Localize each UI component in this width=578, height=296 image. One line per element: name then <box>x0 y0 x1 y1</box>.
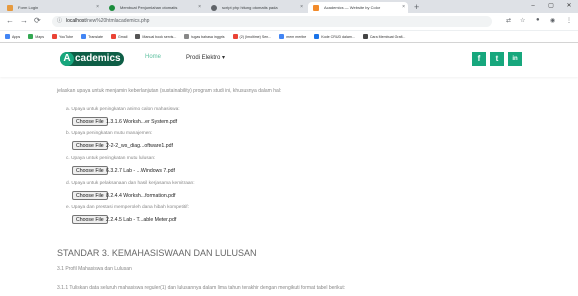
academics-logo[interactable]: Academics <box>60 52 124 66</box>
youtube-icon <box>232 34 238 39</box>
tab-favicon <box>211 5 217 11</box>
back-arrow-icon[interactable]: ← <box>6 16 14 25</box>
youtube-icon <box>52 34 57 39</box>
subsection-title: 3.1 Profil Mahasiswa dan Lulusan <box>57 266 132 272</box>
window-controls: – ▢ ✕ <box>524 0 578 12</box>
tab-academics[interactable]: Academics — Website by Color × <box>308 2 408 13</box>
tab-title: Membuat Penjumlahan otomatis <box>120 5 178 10</box>
file-name-a: 1.3.1.6 Worksh...er System.pdf <box>106 119 178 125</box>
page-icon <box>184 34 190 39</box>
bookmark-label: tugas bahasa inggris <box>191 34 225 39</box>
bookmark-tugas[interactable]: tugas bahasa inggris <box>184 34 225 39</box>
bookmark-manual-book[interactable]: Manual book servis... <box>135 34 176 39</box>
bookmark-label: (2) (Imoltime) Sen... <box>239 34 272 39</box>
item-label-e: e. Upaya dan prestasi memperoleh dana hi… <box>66 205 189 210</box>
page-icon <box>135 34 141 39</box>
nav-home-link[interactable]: Home <box>145 54 161 60</box>
bookmarks-bar: Apps Maps YouTube Translate Gmail Manual… <box>0 31 578 43</box>
close-tab-icon[interactable]: × <box>402 2 405 13</box>
extension-icon[interactable]: ● <box>536 17 540 23</box>
subsection-instruction: 3.1.1 Tuliskan data seluruh mahasiswa re… <box>57 285 346 291</box>
logo-text: cademics <box>75 53 121 64</box>
tab-favicon <box>313 5 319 11</box>
bookmark-youtube[interactable]: YouTube <box>52 34 73 39</box>
tab-title: Academics — Website by Color <box>324 5 381 10</box>
browser-toolbar: ← → ⟳ ⓘ localhost/new%20htmlacademics.ph… <box>0 13 578 31</box>
bookmark-cara-membuat[interactable]: Cara Membuat Grafi... <box>362 34 406 39</box>
page-icon <box>279 34 285 39</box>
tab-form-login[interactable]: Form Login × <box>2 2 102 13</box>
twitter-icon[interactable]: t <box>490 52 504 66</box>
close-tab-icon[interactable]: × <box>300 2 303 13</box>
tab-favicon <box>109 5 115 11</box>
item-label-b: b. Upaya peningkatan mutu manajemen: <box>66 131 153 136</box>
choose-file-button-d[interactable]: Choose File <box>72 191 108 200</box>
address-path: /new%20htmlacademics.php <box>85 18 150 24</box>
tab-script-php[interactable]: script php hitung otomatis pada × <box>206 2 306 13</box>
address-bar[interactable]: ⓘ localhost/new%20htmlacademics.php <box>52 16 492 27</box>
linkedin-icon[interactable]: in <box>508 52 522 66</box>
close-tab-icon[interactable]: × <box>96 2 99 13</box>
bookmark-apps[interactable]: Apps <box>5 34 20 39</box>
file-name-e: 2.2.4.5 Lab - T...able Meter.pdf <box>106 217 177 223</box>
item-label-c: c. Upaya untuk peningkatan mutu lulusan: <box>66 156 156 161</box>
menu-icon[interactable]: ⋮ <box>566 17 572 24</box>
translate-icon <box>81 34 87 39</box>
bookmark-label: Maps <box>35 34 44 39</box>
maps-icon <box>28 34 34 39</box>
info-icon[interactable]: ⓘ <box>57 16 62 27</box>
file-name-b: 2-2-2_ws_diag...oftware1.pdf <box>106 143 173 149</box>
minimize-button[interactable]: – <box>524 0 542 12</box>
bookmark-label: Translate <box>88 34 103 39</box>
browser-tab-strip: Form Login × Membuat Penjumlahan otomati… <box>0 0 578 13</box>
bookmark-imoltime[interactable]: (2) (Imoltime) Sen... <box>232 34 272 39</box>
logo-letter: A <box>60 52 74 66</box>
intro-text: jelaskan upaya untuk menjamin keberlanju… <box>57 88 282 94</box>
reload-icon[interactable]: ⟳ <box>34 16 41 25</box>
new-tab-button[interactable]: + <box>414 2 419 13</box>
bookmark-translate[interactable]: Translate <box>81 34 103 39</box>
address-host: localhost <box>66 18 86 24</box>
forward-arrow-icon[interactable]: → <box>20 16 28 25</box>
item-label-a: a. Upaya untuk peningkatan animo calon m… <box>66 107 180 112</box>
choose-file-button-a[interactable]: Choose File <box>72 117 108 126</box>
bookmark-label: Cara Membuat Grafi... <box>369 34 406 39</box>
bookmark-label: Gmail <box>117 34 128 39</box>
bookmark-kode-crud[interactable]: Kode CRUD dalam... <box>314 34 355 39</box>
tab-penjumlahan[interactable]: Membuat Penjumlahan otomatis × <box>104 2 204 13</box>
bookmark-label: YouTube <box>59 34 74 39</box>
page-icon <box>362 34 368 39</box>
item-label-d: d. Upaya untuk pelaksanaan dan hasil ker… <box>66 181 195 186</box>
bookmark-gmail[interactable]: Gmail <box>110 34 128 39</box>
close-window-button[interactable]: ✕ <box>560 0 578 12</box>
profile-icon[interactable]: ◉ <box>550 17 555 24</box>
bookmark-label: Apps <box>12 34 21 39</box>
bookmark-mem-meribe[interactable]: mem meribe <box>279 34 306 39</box>
tab-title: script php hitung otomatis pada <box>222 5 278 10</box>
maximize-button[interactable]: ▢ <box>542 0 560 12</box>
bookmark-maps[interactable]: Maps <box>28 34 44 39</box>
bookmark-label: mem meribe <box>286 34 307 39</box>
site-header: Academics Home Prodi Elektro ▾ f t in <box>0 43 578 77</box>
bookmark-label: Kode CRUD dalam... <box>321 34 355 39</box>
facebook-icon[interactable]: f <box>472 52 486 66</box>
choose-file-button-e[interactable]: Choose File <box>72 215 108 224</box>
close-tab-icon[interactable]: × <box>198 2 201 13</box>
file-name-d: 8.2.4.4 Worksh...formation.pdf <box>106 193 176 199</box>
choose-file-button-c[interactable]: Choose File <box>72 166 108 175</box>
bookmark-label: Manual book servis... <box>142 34 177 39</box>
tab-title: Form Login <box>18 5 39 10</box>
gmail-icon <box>110 34 116 39</box>
choose-file-button-b[interactable]: Choose File <box>72 141 108 150</box>
page-icon <box>314 34 320 39</box>
nav-prodi-elektro-dropdown[interactable]: Prodi Elektro ▾ <box>186 54 225 61</box>
tab-favicon <box>7 5 13 11</box>
section-title: STANDAR 3. KEMAHASISWAAN DAN LULUSAN <box>57 248 257 258</box>
translate-icon[interactable]: ⇄ <box>506 17 511 24</box>
file-name-c: 6.3.2.7 Lab - ...Windows 7.pdf <box>106 168 175 174</box>
star-icon[interactable]: ☆ <box>520 17 525 24</box>
apps-icon <box>5 34 10 39</box>
